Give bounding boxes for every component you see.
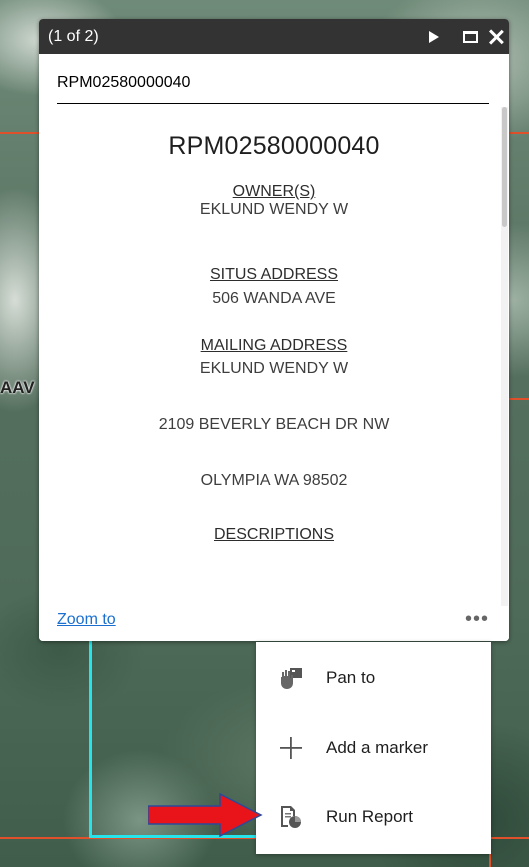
zoom-to-link[interactable]: Zoom to [57,611,116,629]
mailing-address-line: EKLUND WENDY W [199,360,349,377]
popup-pager: (1 of 2) [48,27,99,45]
feature-popup: (1 of 2) RPM02580000040 RPM02580000040 O… [39,19,509,641]
next-feature-button[interactable] [423,19,445,54]
owner-label: OWNER(S) [232,183,316,200]
parcel-boundary [0,132,39,134]
situs-address-label: SITUS ADDRESS [209,266,339,283]
popup-footer: Zoom to ••• [39,606,509,641]
report-icon [281,806,301,828]
menu-item-label: Pan to [326,668,376,687]
menu-item-pan-to[interactable]: Pan to [256,650,491,706]
selected-parcel-outline [89,641,92,838]
mailing-address-line: OLYMPIA WA 98502 [200,472,348,489]
actions-menu: Pan to Add a marker Run Report [256,642,491,854]
maximize-button[interactable] [459,19,481,54]
more-actions-button[interactable]: ••• [465,608,489,631]
mailing-address-line: 2109 BEVERLY BEACH DR NW [158,416,390,433]
maximize-icon [462,30,478,43]
parcel-heading: RPM02580000040 [168,132,380,160]
close-button[interactable] [485,19,507,54]
menu-item-run-report[interactable]: Run Report [256,789,491,845]
popup-title: RPM02580000040 [57,54,489,104]
pan-icon [281,668,302,689]
parcel-boundary [509,132,529,134]
owner-value: EKLUND WENDY W [199,201,349,218]
menu-item-label: Run Report [326,807,413,826]
close-icon [489,30,503,44]
play-icon [429,30,439,43]
parcel-boundary [509,398,529,400]
popup-header: (1 of 2) [39,19,509,54]
mailing-address-label: MAILING ADDRESS [200,337,348,354]
street-label: AAV [0,378,35,397]
menu-item-label: Add a marker [326,738,429,757]
parcel-boundary [491,837,529,839]
plus-icon [280,737,302,759]
red-arrow-annotation [148,793,263,837]
menu-item-add-marker[interactable]: Add a marker [256,720,491,776]
popup-content: RPM02580000040 OWNER(S) EKLUND WENDY W S… [39,129,509,624]
situs-address-value: 506 WANDA AVE [212,290,336,307]
descriptions-label: DESCRIPTIONS [213,526,334,543]
